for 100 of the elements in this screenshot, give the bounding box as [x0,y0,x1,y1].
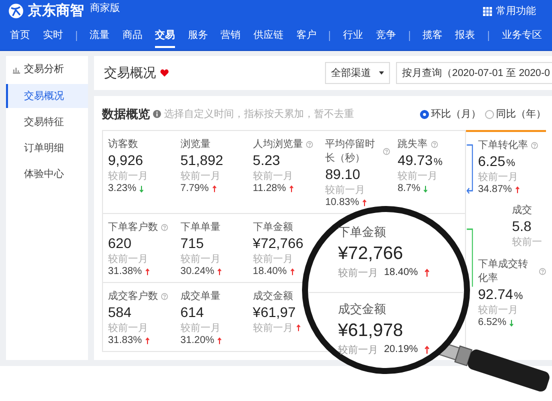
help-icon[interactable] [531,142,538,148]
caret-icon [379,71,384,75]
metric-value: 49.73 [398,152,433,168]
metric-label: 下单转化率 [478,138,528,152]
metric-value: 584 [108,304,132,320]
metric-label: 下单单量 [180,220,220,234]
change-value: 7.79% [180,183,209,194]
help-icon[interactable] [161,292,168,300]
comparison-label: 较前一月 [108,322,148,335]
change-value: 11.28% [252,183,286,194]
change-value: 18.40% [252,266,287,277]
metric-label: 跳失率 [398,138,428,151]
metric-value: 614 [180,304,204,320]
nav-tab[interactable]: 竞争 [376,24,396,48]
change-value: 34.87% [478,184,512,195]
compare-radio[interactable]: 环比（月） [420,107,481,121]
comparison-label: 较前一月 [180,252,220,266]
comparison-label: 较前一月 [108,170,148,183]
metric-value: 5.23 [252,152,280,168]
comparison-label: 较前一月 [338,344,378,356]
comparison-label: 较前一月 [252,252,293,266]
nav-tab[interactable]: 实时 [42,24,63,48]
nav-tab[interactable]: 业务专区 [502,24,542,48]
metric-label: 成交单量 [180,290,220,303]
comparison-label: 较前一月 [252,322,293,335]
compare-radio[interactable]: 同比（年） [485,107,546,121]
metric-value: ¥72,766 [252,235,304,251]
edition-label: 商家版 [90,2,120,15]
nav-tab[interactable]: 行业 [342,24,363,48]
metric-label: 成交 [512,204,532,217]
connector-line [466,228,474,288]
help-icon[interactable] [539,268,546,274]
comparison-label: 较前一月 [398,170,438,183]
nav-tab[interactable]: 商品 [122,24,142,48]
comparison-label: 较前一 [512,236,542,249]
nav-tab[interactable]: 首页 [10,24,30,48]
channel-select[interactable]: 全部渠道 [325,62,390,84]
nav-tab[interactable]: 交易 [155,24,176,48]
metric-value: 51,892 [180,152,224,168]
nav-tab[interactable]: 报表 [455,24,476,48]
help-icon[interactable] [161,224,168,230]
sidebar-item[interactable]: 交易概况 [6,84,88,108]
change-value: 31.20% [180,335,214,346]
metric-label: 成交客户数 [108,290,158,303]
chart-icon [12,64,21,74]
nav-tab[interactable]: 营销 [220,24,241,48]
comparison-label: 较前一月 [180,170,220,183]
section-title: 数据概览 [102,106,150,122]
unit-label: % [434,157,443,168]
comparison-label: 较前一月 [180,322,220,335]
help-icon[interactable] [382,148,390,154]
sidebar-item[interactable]: 订单明细 [6,136,88,160]
heart-icon [160,69,169,77]
help-icon[interactable] [430,140,438,148]
shortcut-link[interactable]: 常用功能 [496,4,536,18]
metric-label: 访客数 [108,138,138,151]
change-value: 30.24% [180,266,214,277]
grid-icon[interactable] [483,6,492,16]
change-value: 6.52% [478,317,506,328]
metric-value: 715 [180,235,204,251]
metric-value: ¥61,97 [252,304,296,320]
change-value: 31.83% [108,335,142,346]
sidebar-item[interactable]: 体验中心 [6,162,88,186]
change-value: 18.40% [384,267,418,278]
page-title: 交易概况 [104,64,156,82]
change-value: 31.38% [108,266,142,277]
logo-icon [8,3,24,19]
metric-label: 下单金额 [252,220,293,234]
nav-tab[interactable]: 揽客 [422,24,442,48]
metric-value: 89.10 [325,166,360,182]
metric-value: 6.25 [478,153,506,169]
comparison-label: 较前一月 [338,266,378,280]
change-value: 10.83% [325,197,360,208]
nav-tab[interactable]: 流量 [89,24,110,48]
metric-label: 下单成交转化率 [478,258,529,285]
magnified-metric-label: 成交金额 [338,300,386,318]
metric-label: 平均停留时长（秒） [325,138,376,165]
metric-label: 浏览量 [180,138,210,151]
unit-label: % [506,158,516,169]
magnified-metric-label: 下单金额 [338,224,386,240]
metric-label: 成交金额 [252,290,293,303]
comparison-label: 较前一月 [478,170,518,184]
help-icon[interactable] [306,140,313,148]
sidebar-item[interactable]: 交易特征 [6,110,88,134]
metric-value: 9,926 [108,152,144,168]
metric-label: 下单客户数 [108,220,158,234]
comparison-label: 较前一月 [252,170,293,183]
connector-arrow [466,144,474,196]
metric-label: 人均浏览量 [252,138,303,151]
change-value: 8.7% [398,183,420,194]
nav-tab[interactable]: 客户 [296,24,316,48]
magnified-metric-value: ¥72,766 [338,242,404,264]
comparison-label: 较前一月 [478,304,518,317]
metric-value: 92.74 [478,286,514,302]
date-range-field[interactable]: 按月查询（2020-07-01 至 2020-0 [396,62,552,84]
comparison-label: 较前一月 [108,252,148,266]
sidebar-section-title: 交易分析 [24,62,64,76]
nav-tab[interactable]: 服务 [188,24,208,48]
nav-tab[interactable]: 供应链 [254,24,284,48]
hint-text: 选择自定义时间，指标按天累加，暂不去重 [164,108,354,121]
